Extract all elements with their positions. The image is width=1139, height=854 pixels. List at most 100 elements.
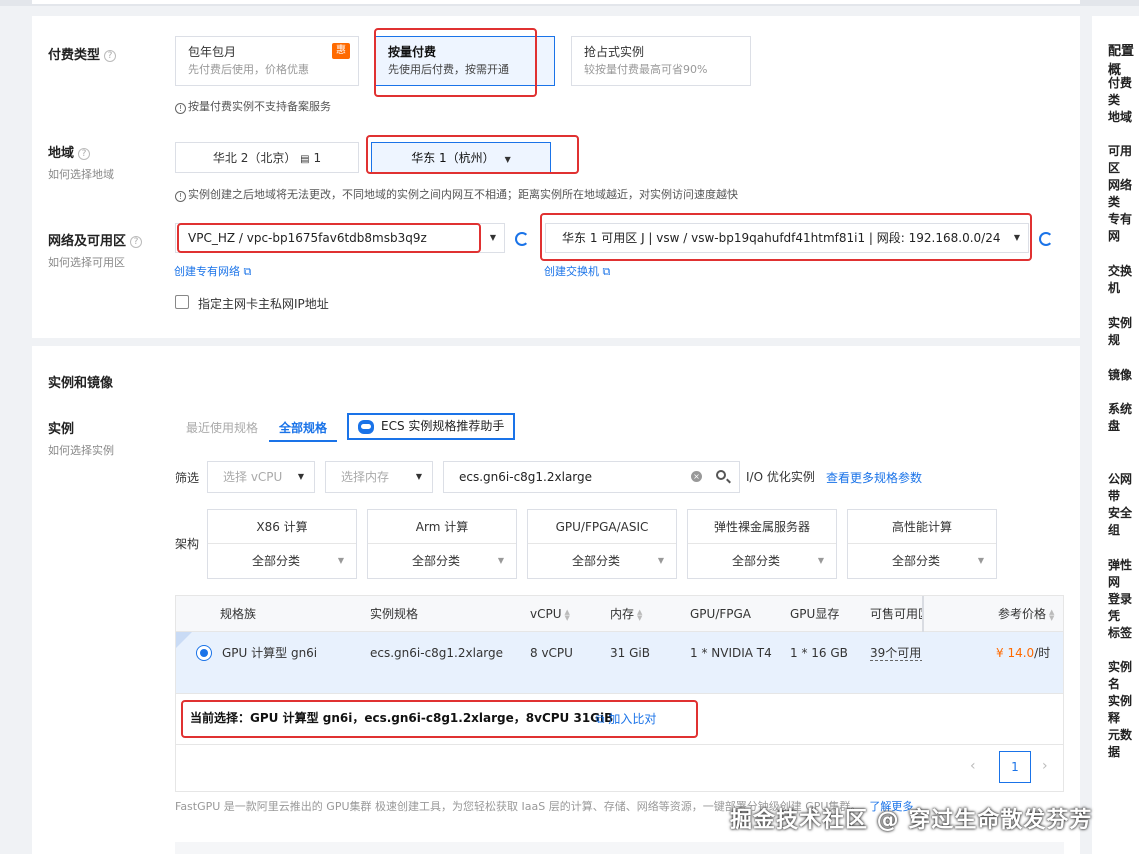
arch-name: 弹性裸金属服务器 — [688, 510, 836, 544]
create-vpc-link[interactable]: 创建专有网络 ⧉ — [174, 263, 251, 279]
region-note: ! 实例创建之后地域将无法更改，不同地域的实例之间内网互不相通；距离实例所在地域越… — [175, 186, 738, 202]
cell-zones[interactable]: 39个可用区 — [870, 636, 922, 670]
arch-bare-metal[interactable]: 弹性裸金属服务器 全部分类 ▼ — [687, 509, 837, 579]
server-icon: ▤ — [300, 154, 310, 165]
sidebar-item: 实例释 — [1108, 694, 1133, 725]
instance-label: 实例 — [48, 422, 75, 437]
arch-category-select[interactable]: 全部分类 ▼ — [368, 544, 516, 578]
billing-label: 付费类型? — [48, 44, 117, 63]
billing-note: ! 按量付费实例不支持备案服务 — [175, 98, 331, 114]
refresh-icon[interactable] — [1039, 232, 1053, 246]
bottom-strip — [175, 842, 1064, 854]
column-header[interactable]: 参考价格 ▲ ▼ — [998, 597, 1055, 631]
io-optimized-label: I/O 优化实例 — [746, 470, 815, 484]
help-icon[interactable]: ? — [104, 50, 117, 62]
billing-option-title: 包年包月 — [188, 45, 237, 59]
arch-category-select[interactable]: 全部分类 ▼ — [528, 544, 676, 578]
column-header: GPU/FPGA — [690, 607, 752, 621]
section-title: 实例和镜像 — [48, 376, 114, 391]
caret-down-icon: ▼ — [337, 556, 344, 565]
billing-option-desc: 较按量付费最高可省90% — [584, 63, 708, 76]
caret-down-icon: ▼ — [817, 556, 824, 565]
caret-down-icon: ▼ — [657, 556, 664, 565]
help-icon[interactable]: ? — [130, 236, 143, 248]
sidebar-item: 标签 — [1108, 626, 1133, 640]
sort-icon[interactable]: ▲ ▼ — [1049, 608, 1055, 621]
assign-ip-checkbox[interactable] — [175, 295, 189, 309]
sort-icon[interactable]: ▲ ▼ — [637, 608, 643, 621]
top-strip — [0, 0, 1139, 6]
arch-gpu[interactable]: GPU/FPGA/ASIC 全部分类 ▼ — [527, 509, 677, 579]
region-option-beijing[interactable]: 华北 2（北京） ▤ 1 — [175, 142, 359, 173]
arch-category-select[interactable]: 全部分类 ▼ — [688, 544, 836, 578]
billing-option-subscription[interactable]: 包年包月 先付费后使用，价格优惠 惠 — [175, 36, 359, 86]
highlight-box — [540, 213, 1032, 261]
sidebar-item: 实例规 — [1108, 316, 1133, 347]
prev-page-icon[interactable]: ‹ — [970, 750, 976, 782]
region-help-link[interactable]: 如何选择地域 — [48, 166, 114, 182]
assign-ip-label: 指定主网卡主私网IP地址 — [198, 297, 329, 311]
caret-down-icon: ▼ — [977, 556, 984, 565]
sidebar-item: 可用区 — [1108, 144, 1133, 175]
tab-all-specs[interactable]: 全部规格 — [269, 416, 338, 442]
page-number-button[interactable]: 1 — [999, 751, 1031, 783]
caret-down-icon: ▼ — [415, 472, 422, 481]
refresh-icon[interactable] — [515, 232, 529, 246]
row-divider — [176, 693, 1063, 694]
column-header[interactable]: 规格族 — [220, 597, 256, 631]
highlight-box — [374, 28, 537, 97]
highlight-box — [181, 700, 698, 738]
memory-filter-select[interactable]: 选择内存 ▼ — [325, 461, 433, 493]
robot-icon — [358, 420, 374, 434]
cell-spec: ecs.gn6i-c8g1.2xlarge — [370, 646, 504, 660]
row-radio[interactable] — [196, 645, 212, 661]
clear-icon[interactable]: × — [691, 471, 702, 482]
new-corner-icon — [176, 632, 192, 648]
cell-price: ¥ 14.0/时 — [996, 646, 1051, 660]
arch-arm[interactable]: Arm 计算 全部分类 ▼ — [367, 509, 517, 579]
caret-down-icon: ▼ — [497, 556, 504, 565]
external-link-icon: ⧉ — [243, 265, 252, 278]
sidebar-item: 安全组 — [1108, 506, 1133, 537]
search-icon[interactable] — [716, 470, 726, 480]
column-header: GPU显存 — [790, 607, 840, 621]
row-divider — [176, 744, 1063, 745]
tab-recent-specs[interactable]: 最近使用规格 — [186, 416, 258, 440]
sidebar-item: 付费类 — [1108, 76, 1133, 107]
sidebar-item: 镜像 — [1108, 368, 1133, 382]
filter-label: 筛选 — [175, 471, 200, 485]
arch-x86[interactable]: X86 计算 全部分类 ▼ — [207, 509, 357, 579]
next-page-icon[interactable]: › — [1042, 750, 1048, 782]
info-icon: ! — [175, 103, 186, 114]
sidebar-item: 公网带 — [1108, 472, 1133, 503]
sort-icon[interactable]: ▲ ▼ — [565, 608, 571, 621]
arch-hpc[interactable]: 高性能计算 全部分类 ▼ — [847, 509, 997, 579]
arch-category-select[interactable]: 全部分类 ▼ — [848, 544, 996, 578]
basic-config-panel: 付费类型? 包年包月 先付费后使用，价格优惠 惠 按量付费 先使用后付费，按需开… — [32, 16, 1080, 338]
column-header[interactable]: vCPU ▲ ▼ — [530, 597, 571, 631]
highlight-box — [366, 135, 579, 174]
column-header: 可售可用区 — [870, 607, 922, 621]
highlight-box — [177, 223, 481, 253]
more-params-link[interactable]: 查看更多规格参数 — [826, 469, 922, 486]
column-header[interactable]: 内存 ▲ ▼ — [610, 597, 643, 631]
spec-recommend-helper-button[interactable]: ECS 实例规格推荐助手 — [347, 413, 515, 440]
sidebar-item: 交换机 — [1108, 264, 1133, 295]
watermark: 掘金技术社区 @ 穿过生命散发芬芳 — [730, 808, 1093, 833]
sidebar-item: 网络类 — [1108, 178, 1133, 209]
billing-option-spot[interactable]: 抢占式实例 较按量付费最高可省90% — [571, 36, 751, 86]
sidebar-item: 系统盘 — [1108, 402, 1133, 433]
network-label: 网络及可用区? — [48, 230, 143, 249]
arch-name: GPU/FPGA/ASIC — [528, 510, 676, 544]
billing-option-desc: 先付费后使用，价格优惠 — [188, 63, 309, 76]
create-vswitch-link[interactable]: 创建交换机 ⧉ — [544, 263, 610, 279]
network-help-link[interactable]: 如何选择可用区 — [48, 254, 125, 270]
cell-gpu-memory: 1 * 16 GB — [790, 646, 848, 660]
arch-category-select[interactable]: 全部分类 ▼ — [208, 544, 356, 578]
sidebar-item: 实例名 — [1108, 660, 1133, 691]
spec-table: 规格族 实例规格 vCPU ▲ ▼ 内存 ▲ ▼ GPU/FPGA GPU显存 可售可用… — [175, 595, 1064, 792]
vcpu-filter-select[interactable]: 选择 vCPU ▼ — [207, 461, 315, 493]
help-icon[interactable]: ? — [78, 148, 91, 160]
arch-label: 架构 — [175, 537, 200, 551]
instance-help-link[interactable]: 如何选择实例 — [48, 442, 114, 458]
